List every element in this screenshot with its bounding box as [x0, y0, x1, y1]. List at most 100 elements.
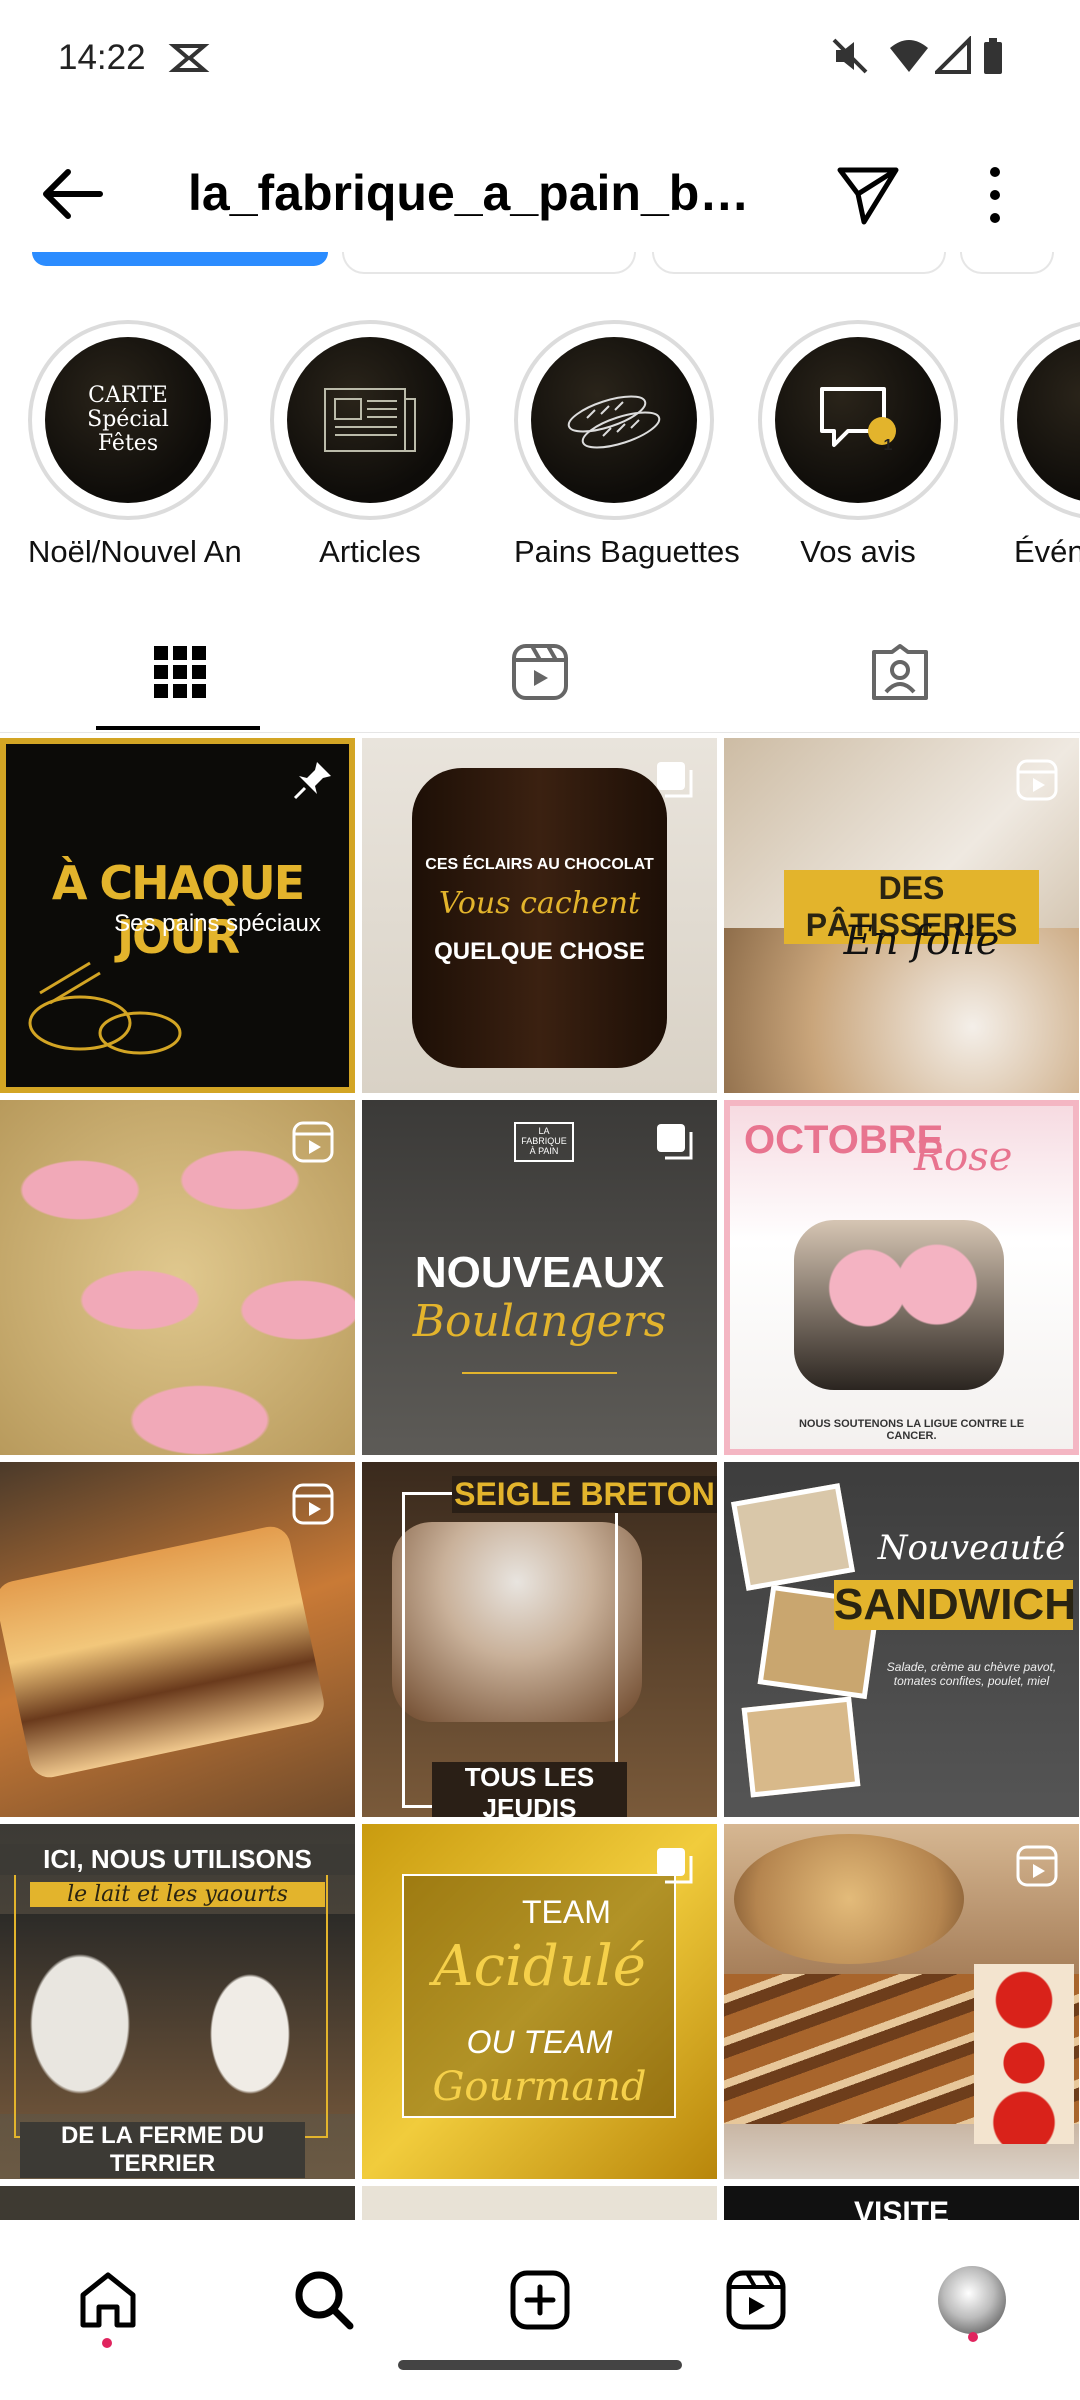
highlight-articles[interactable]: Articles — [270, 320, 470, 570]
post-tile[interactable]: ICI, NOUS UTILISONS le lait et les yaour… — [0, 1824, 355, 2179]
divider — [462, 1372, 617, 1374]
highlight-noel[interactable]: CARTE Spécial Fêtes Noël/Nouvel An — [28, 320, 242, 570]
more-button-edge[interactable] — [960, 252, 1054, 274]
bread-illustration — [28, 961, 182, 1055]
post-subtitle: TOUS LES JEUDIS — [432, 1762, 627, 1817]
frame — [402, 1492, 618, 1808]
post-tile[interactable]: CES ÉCLAIRS AU CHOCOLAT Vous cachent QUE… — [362, 738, 717, 1093]
back-arrow-icon[interactable] — [38, 162, 108, 226]
strawberry-tarts-image — [974, 1964, 1074, 2144]
highlight-vos-avis[interactable]: 1 Vos avis — [758, 320, 958, 570]
home-notification-dot — [102, 2338, 112, 2348]
nav-profile[interactable] — [932, 2260, 1012, 2340]
nav-home[interactable] — [68, 2260, 148, 2340]
tab-grid[interactable] — [0, 612, 360, 732]
newspaper-icon — [324, 388, 416, 452]
nav-search[interactable] — [284, 2260, 364, 2340]
post-headline: CES ÉCLAIRS AU CHOCOLAT — [425, 856, 654, 873]
post-headline: SEIGLE BRETON — [452, 1476, 717, 1513]
post-subtitle: Rose — [914, 1134, 1013, 1180]
post-caption: QUELQUE CHOSE — [434, 938, 645, 965]
home-icon — [80, 2272, 136, 2328]
post-tile[interactable]: OCTOBRE Rose NOUS SOUTENONS LA LIGUE CON… — [724, 1100, 1079, 1455]
profile-username: la_fabrique_a_pain_bo… — [188, 165, 768, 221]
reel-icon — [292, 1121, 334, 1163]
avatar — [938, 2266, 1006, 2334]
search-icon — [295, 2271, 354, 2330]
chat-bubble-icon — [820, 387, 896, 447]
tab-reels[interactable] — [360, 612, 720, 732]
post-subtitle: Ses pains spéciaux — [114, 910, 321, 937]
post-headline: SANDWICH — [834, 1580, 1076, 1630]
post-tile[interactable]: TEAM Acidulé OU TEAM Gourmand — [362, 1824, 717, 2179]
post-caption: Salade, crème au chèvre pavot, tomates c… — [886, 1660, 1057, 1688]
more-options-icon[interactable] — [980, 160, 1010, 230]
post-tile[interactable] — [724, 1824, 1079, 2179]
highlight-label: Évén — [1014, 534, 1080, 569]
post-text-4: Gourmand — [432, 2064, 647, 2110]
tab-tagged[interactable] — [720, 612, 1080, 732]
reels-icon — [512, 644, 568, 700]
post-tile[interactable]: À CHAQUE JOUR Ses pains spéciaux — [0, 738, 355, 1093]
signal-icon — [935, 36, 971, 74]
pin-icon — [293, 762, 331, 800]
nav-create[interactable] — [500, 2260, 580, 2340]
reel-icon — [292, 1483, 334, 1525]
post-text-3: OU TEAM — [466, 2024, 613, 2060]
nav-reels[interactable] — [716, 2260, 796, 2340]
sandwich-photo — [741, 1696, 861, 1798]
follow-button-edge[interactable] — [32, 252, 328, 266]
reel-icon — [1016, 759, 1058, 801]
post-tile[interactable]: LA FABRIQUE À PAIN NOUVEAUX Boulangers — [362, 1100, 717, 1455]
pastry-cut-image — [0, 1522, 328, 1782]
carousel-icon — [657, 762, 693, 798]
mute-icon — [832, 38, 868, 74]
post-subtitle: Vous cachent — [438, 886, 641, 921]
post-tile[interactable]: Nouveauté SANDWICH Salade, crème au chèv… — [724, 1462, 1079, 1817]
post-headline: ICI, NOUS UTILISONS — [0, 1844, 355, 1875]
gesture-home-bar[interactable] — [398, 2360, 682, 2370]
post-tile[interactable] — [0, 1100, 355, 1455]
post-subtitle: Boulangers — [412, 1296, 667, 1347]
send-message-icon[interactable] — [834, 160, 900, 226]
active-tab-indicator — [96, 726, 260, 730]
status-time: 14:22 — [58, 38, 146, 77]
post-subtitle: En folie — [843, 918, 1000, 964]
highlight-evenements[interactable]: Évén — [1000, 320, 1080, 570]
grid-icon — [154, 646, 206, 698]
post-text-1: TEAM — [522, 1894, 611, 1930]
post-tile[interactable]: SEIGLE BRETON TOUS LES JEUDIS — [362, 1462, 717, 1817]
post-tile[interactable]: DES PÂTISSERIES En folie — [724, 738, 1079, 1093]
profile-header: la_fabrique_a_pain_bo… — [0, 140, 1080, 250]
highlight-label: Articles — [319, 534, 421, 569]
reels-icon — [726, 2270, 786, 2330]
highlight-label: Pains Baguettes — [514, 534, 740, 569]
status-bar: 14:22 — [0, 0, 1080, 120]
add-post-icon — [510, 2270, 570, 2330]
sandwich-photo — [731, 1483, 855, 1591]
reel-icon — [1016, 1845, 1058, 1887]
bottom-navigation — [0, 2220, 1080, 2400]
post-headline: NOUVEAUX — [414, 1248, 665, 1297]
post-tile[interactable] — [0, 1462, 355, 1817]
highlight-label: Noël/Nouvel An — [28, 534, 242, 569]
tart-image — [734, 1834, 964, 1964]
highlight-cover-text: CARTE Spécial Fêtes — [87, 382, 169, 457]
contact-button-edge[interactable] — [652, 252, 946, 274]
profile-content-tabs — [0, 612, 1080, 733]
post-caption: DE LA FERME DU TERRIER — [20, 2122, 305, 2178]
message-button-edge[interactable] — [342, 252, 636, 274]
post-text-2: Acidulé — [433, 1934, 646, 1999]
carousel-icon — [657, 1848, 693, 1884]
notification-icon — [168, 44, 210, 72]
highlight-pains-baguettes[interactable]: Pains Baguettes — [514, 320, 740, 570]
tagged-icon — [872, 644, 928, 700]
wifi-icon — [890, 40, 928, 72]
battery-icon — [984, 38, 1002, 74]
highlight-label: Vos avis — [800, 534, 916, 569]
post-subtitle: le lait et les yaourts — [30, 1882, 325, 1907]
carousel-icon — [657, 1124, 693, 1160]
post-logo: LA FABRIQUE À PAIN — [514, 1122, 574, 1162]
post-subtitle: Nouveauté — [877, 1528, 1066, 1568]
review-count-badge: 1 — [883, 437, 893, 454]
